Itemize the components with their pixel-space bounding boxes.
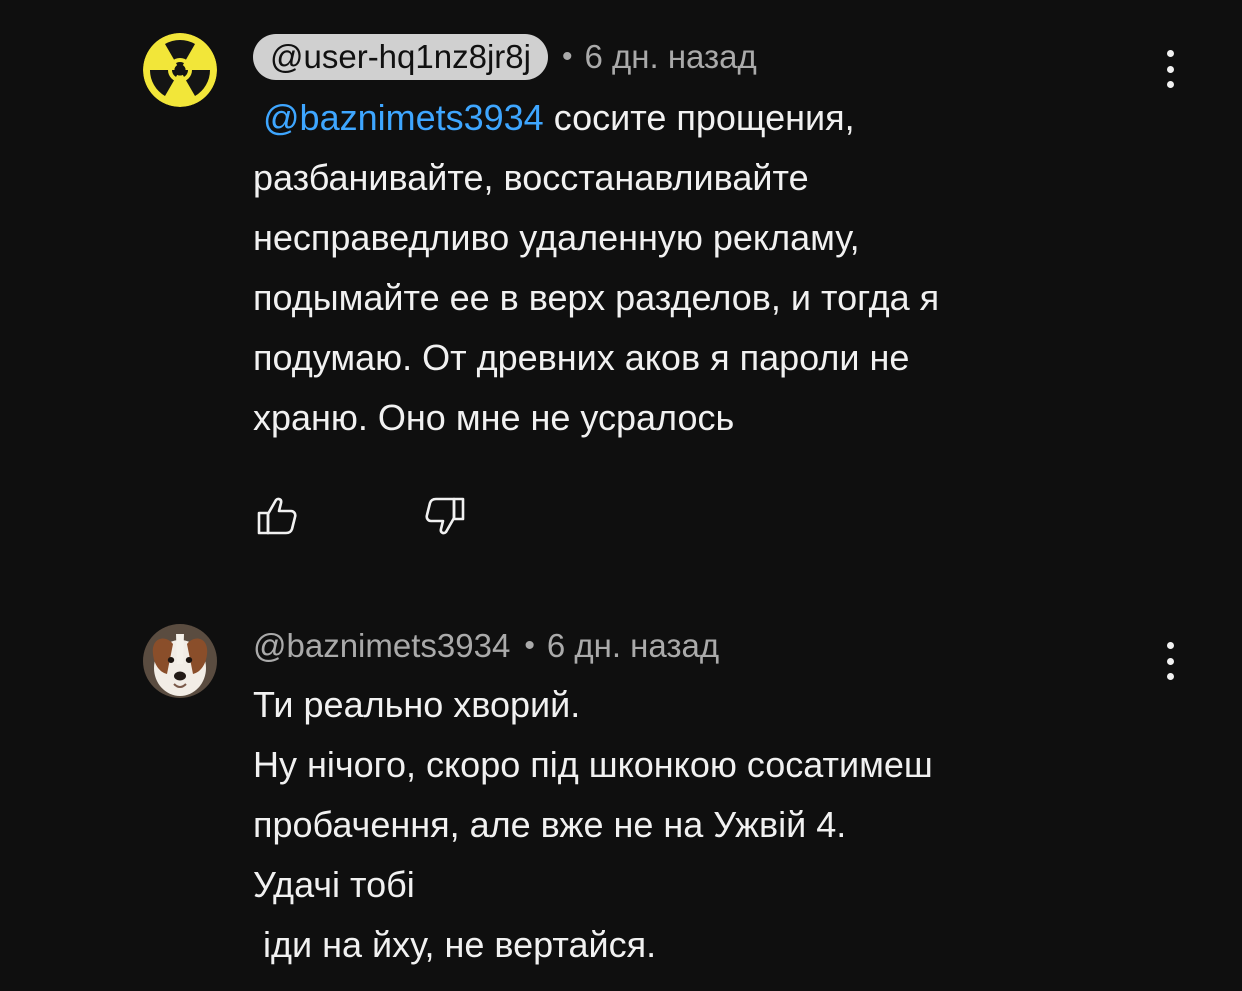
comment-line: храню. Оно мне не усралось [253, 397, 735, 438]
author-name[interactable]: @baznimets3934 [253, 623, 510, 669]
comment-timestamp[interactable]: 6 дн. назад [547, 623, 719, 669]
comment-actions [256, 493, 476, 539]
more-vertical-icon [1166, 642, 1174, 649]
comment-line: Ну нічого, скоро під шконкою сосатимеш [253, 744, 933, 785]
comment-line: подумаю. От древних аков я пароли не [253, 337, 910, 378]
comment-text: Ти реально хворий. Ну нічого, скоро під … [253, 675, 1133, 975]
comment-header: @user-hq1nz8jr8j • 6 дн. назад [253, 34, 757, 80]
comment-header: @baznimets3934 • 6 дн. назад [253, 623, 719, 669]
comment-timestamp[interactable]: 6 дн. назад [584, 34, 756, 80]
dog-avatar [143, 624, 217, 698]
radiation-icon [143, 33, 217, 107]
comment-line: подымайте ее в верх разделов, и тогда я [253, 277, 940, 318]
comment-menu-button[interactable] [1152, 44, 1188, 94]
author-avatar[interactable] [143, 624, 217, 698]
author-name-badge[interactable]: @user-hq1nz8jr8j [253, 34, 548, 80]
comment-line: пробачення, але вже не на Ужвій 4. [253, 804, 847, 845]
comments-page: @user-hq1nz8jr8j • 6 дн. назад @baznimet… [0, 0, 1242, 991]
like-button[interactable] [256, 493, 300, 539]
comment-line: несправедливо удаленную рекламу, [253, 217, 860, 258]
comment-line: Ти реально хворий. [253, 684, 581, 725]
author-avatar[interactable] [143, 33, 217, 107]
comment-line: іди на йху, не вертайся. [253, 924, 657, 965]
mention-link[interactable]: @baznimets3934 [263, 97, 544, 138]
separator-dot: • [524, 629, 535, 662]
comment-line: @baznimets3934 сосите прощения, [263, 97, 855, 138]
more-vertical-icon [1166, 50, 1174, 57]
dislike-button[interactable] [422, 493, 466, 539]
comment-line: разбанивайте, восстанавливайте [253, 157, 809, 198]
comment-menu-button[interactable] [1152, 636, 1188, 686]
thumbs-down-icon [425, 497, 465, 535]
comment-line: Удачі тобі [253, 864, 415, 905]
separator-dot: • [561, 40, 573, 73]
comment-text: @baznimets3934 сосите прощения, разбанива… [253, 88, 1133, 448]
thumbs-up-icon [257, 497, 297, 535]
